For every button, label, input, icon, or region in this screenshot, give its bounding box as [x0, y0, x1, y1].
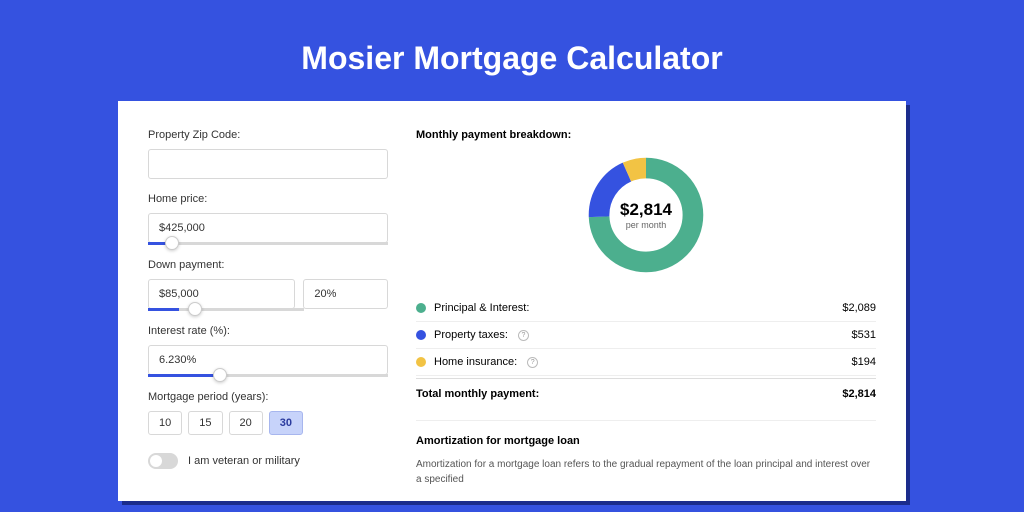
- total-label: Total monthly payment:: [416, 388, 539, 400]
- down-payment-field: Down payment:: [148, 259, 388, 311]
- form-column: Property Zip Code: Home price: Down paym…: [148, 129, 388, 473]
- down-payment-label: Down payment:: [148, 259, 388, 271]
- legend-label: Property taxes:: [434, 329, 508, 341]
- slider-thumb[interactable]: [213, 368, 227, 382]
- dot-icon: [416, 330, 426, 340]
- page-title: Mosier Mortgage Calculator: [0, 40, 1024, 77]
- dot-icon: [416, 303, 426, 313]
- down-payment-pct-input[interactable]: [303, 279, 388, 309]
- donut-sublabel: per month: [626, 220, 667, 230]
- legend-value: $2,089: [842, 302, 876, 314]
- veteran-toggle[interactable]: [148, 453, 178, 469]
- slider-thumb[interactable]: [165, 236, 179, 250]
- total-value: $2,814: [842, 388, 876, 400]
- breakdown-column: Monthly payment breakdown: $2,814 per mo…: [416, 129, 876, 473]
- period-option-10[interactable]: 10: [148, 411, 182, 435]
- period-label: Mortgage period (years):: [148, 391, 388, 403]
- home-price-slider[interactable]: [148, 242, 388, 245]
- home-price-input[interactable]: [148, 213, 388, 243]
- legend-row-principal: Principal & Interest: $2,089: [416, 295, 876, 322]
- interest-input[interactable]: [148, 345, 388, 375]
- period-option-20[interactable]: 20: [229, 411, 263, 435]
- calculator-card: Property Zip Code: Home price: Down paym…: [118, 101, 906, 501]
- veteran-row: I am veteran or military: [148, 453, 388, 469]
- breakdown-title: Monthly payment breakdown:: [416, 129, 876, 141]
- legend-label: Principal & Interest:: [434, 302, 529, 314]
- zip-input[interactable]: [148, 149, 388, 179]
- total-row: Total monthly payment: $2,814: [416, 378, 876, 414]
- interest-slider[interactable]: [148, 374, 388, 377]
- info-icon[interactable]: ?: [527, 357, 538, 368]
- period-option-15[interactable]: 15: [188, 411, 222, 435]
- home-price-label: Home price:: [148, 193, 388, 205]
- period-options: 10 15 20 30: [148, 411, 388, 435]
- amortization-title: Amortization for mortgage loan: [416, 435, 876, 447]
- legend-value: $194: [852, 356, 876, 368]
- donut-chart-wrap: $2,814 per month: [416, 153, 876, 277]
- dot-icon: [416, 357, 426, 367]
- donut-chart: $2,814 per month: [584, 153, 708, 277]
- interest-field: Interest rate (%):: [148, 325, 388, 377]
- legend-row-taxes: Property taxes: ? $531: [416, 322, 876, 349]
- donut-center: $2,814 per month: [584, 153, 708, 277]
- veteran-label: I am veteran or military: [188, 455, 300, 467]
- down-payment-input[interactable]: [148, 279, 295, 309]
- period-field: Mortgage period (years): 10 15 20 30: [148, 391, 388, 435]
- interest-label: Interest rate (%):: [148, 325, 388, 337]
- amortization-text: Amortization for a mortgage loan refers …: [416, 457, 876, 487]
- zip-field: Property Zip Code:: [148, 129, 388, 179]
- donut-amount: $2,814: [620, 200, 672, 220]
- legend-row-insurance: Home insurance: ? $194: [416, 349, 876, 376]
- legend-label: Home insurance:: [434, 356, 517, 368]
- period-option-30[interactable]: 30: [269, 411, 303, 435]
- slider-thumb[interactable]: [188, 302, 202, 316]
- amortization-section: Amortization for mortgage loan Amortizat…: [416, 420, 876, 487]
- info-icon[interactable]: ?: [518, 330, 529, 341]
- down-payment-slider[interactable]: [148, 308, 304, 311]
- zip-label: Property Zip Code:: [148, 129, 388, 141]
- legend-value: $531: [852, 329, 876, 341]
- home-price-field: Home price:: [148, 193, 388, 245]
